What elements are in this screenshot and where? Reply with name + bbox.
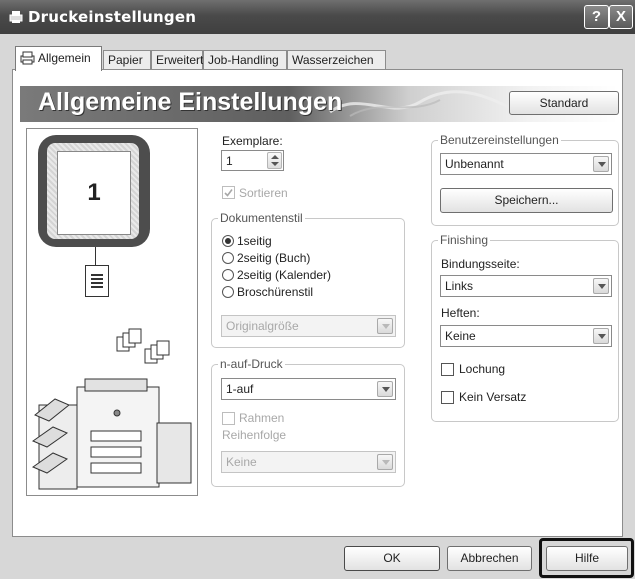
- spinner-arrows-icon[interactable]: [267, 152, 282, 169]
- chevron-down-icon[interactable]: [593, 278, 609, 294]
- close-button[interactable]: X: [609, 5, 633, 29]
- title-bar: Druckeinstellungen ? X: [0, 0, 635, 34]
- chevron-down-icon[interactable]: [377, 381, 393, 397]
- user-settings-select[interactable]: Unbenannt: [440, 153, 612, 175]
- offset-label: Kein Versatz: [459, 390, 527, 404]
- tab-erweitert[interactable]: Erweitert: [151, 50, 203, 69]
- offset-checkbox[interactable]: [441, 391, 454, 404]
- border-checkbox[interactable]: [222, 412, 235, 425]
- copies-spinner[interactable]: 1: [221, 150, 284, 171]
- border-label: Rahmen: [239, 411, 285, 425]
- checkmark-icon: [224, 189, 233, 197]
- print-settings-window: Druckeinstellungen ? X Allgemein Papier …: [0, 0, 635, 579]
- collate-label: Sortieren: [239, 186, 288, 200]
- radio-label: Broschürenstil: [237, 285, 314, 299]
- n-up-value: 1-auf: [226, 382, 254, 396]
- binding-label: Bindungsseite:: [441, 257, 520, 271]
- printer-icon: [9, 11, 23, 23]
- chevron-down-icon[interactable]: [377, 318, 393, 334]
- chevron-down-icon[interactable]: [377, 454, 393, 470]
- punch-checkbox[interactable]: [441, 363, 454, 376]
- binding-value: Links: [445, 279, 474, 293]
- staple-label: Heften:: [441, 306, 480, 320]
- tab-allgemein[interactable]: Allgemein: [15, 46, 102, 71]
- tab-wasserzeichen[interactable]: Wasserzeichen: [287, 50, 386, 69]
- chevron-down-icon[interactable]: [593, 328, 609, 344]
- punch-label: Lochung: [459, 362, 506, 376]
- radio-broschuerenstil[interactable]: [222, 286, 234, 298]
- help-button[interactable]: Hilfe: [546, 546, 628, 571]
- page-preview-frame: 1: [38, 135, 150, 247]
- print-preview: 1: [26, 128, 198, 496]
- n-up-title: n-auf-Druck: [218, 357, 285, 371]
- order-label: Reihenfolge: [222, 428, 287, 442]
- staple-select[interactable]: Keine: [440, 325, 612, 347]
- order-value: Keine: [226, 455, 257, 469]
- tab-label: Allgemein: [38, 51, 91, 65]
- radio-label: 2seitig (Buch): [237, 251, 311, 265]
- staple-value: Keine: [445, 329, 476, 343]
- cancel-button[interactable]: Abbrechen: [447, 546, 532, 571]
- radio-2seitig-kalender[interactable]: [222, 269, 234, 281]
- finishing-title: Finishing: [438, 233, 491, 247]
- user-settings-title: Benutzereinstellungen: [438, 133, 561, 147]
- document-style-title: Dokumentenstil: [218, 211, 305, 225]
- copies-label: Exemplare:: [222, 134, 283, 148]
- binding-select[interactable]: Links: [440, 275, 612, 297]
- n-up-select[interactable]: 1-auf: [221, 378, 396, 400]
- collate-stacks-icon: [116, 328, 170, 364]
- radio-1seitig[interactable]: [222, 235, 234, 247]
- order-select[interactable]: Keine: [221, 451, 396, 473]
- printer-machine-icon: [31, 378, 192, 490]
- save-button[interactable]: Speichern...: [440, 188, 613, 213]
- section-title: Allgemeine Einstellungen: [38, 88, 343, 116]
- stack-document-icon: [85, 265, 109, 297]
- tab-job-handling[interactable]: Job-Handling: [203, 50, 287, 69]
- decorative-swirl: [329, 90, 511, 117]
- radio-label: 2seitig (Kalender): [237, 268, 332, 282]
- booklet-size-value: Originalgröße: [226, 319, 299, 333]
- page-number: 1: [57, 151, 131, 235]
- radio-label: 1seitig: [237, 234, 272, 248]
- chevron-down-icon[interactable]: [593, 156, 609, 172]
- page-preview-bg: 1: [47, 143, 139, 239]
- ok-button[interactable]: OK: [344, 546, 440, 571]
- standard-button[interactable]: Standard: [509, 91, 619, 115]
- window-title: Druckeinstellungen: [28, 8, 197, 26]
- copies-value: 1: [226, 154, 233, 168]
- collate-checkbox[interactable]: [222, 186, 235, 199]
- user-settings-value: Unbenannt: [445, 157, 504, 171]
- radio-2seitig-buch[interactable]: [222, 252, 234, 264]
- tab-papier[interactable]: Papier: [103, 50, 151, 69]
- printer-tab-icon: [20, 51, 35, 65]
- connector-line: [95, 247, 96, 265]
- booklet-size-select[interactable]: Originalgröße: [221, 315, 396, 337]
- help-title-button[interactable]: ?: [584, 5, 609, 29]
